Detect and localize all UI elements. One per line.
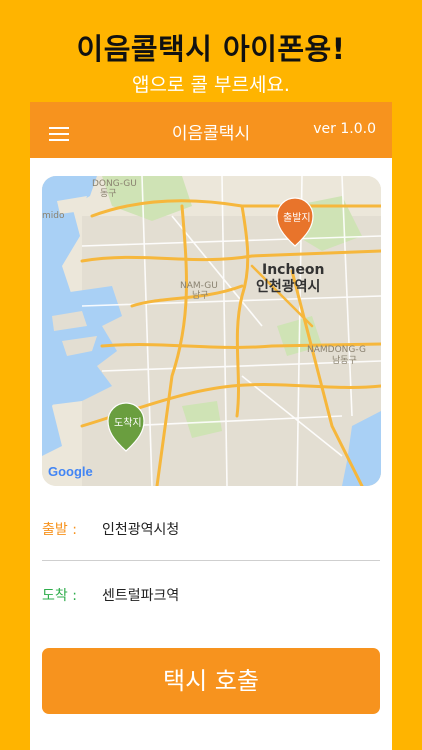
app-bar: 이음콜택시 ver 1.0.0 [30, 102, 392, 158]
destination-value[interactable]: 센트럴파크역 [102, 585, 179, 605]
app-screen: 이음콜택시 ver 1.0.0 DONG-GU 동구 mido NAM-GU 남… [30, 102, 392, 750]
map-label-mido: mido [42, 211, 65, 221]
version-label: ver 1.0.0 [313, 121, 376, 137]
destination-pin-label: 도착지 [114, 417, 142, 429]
call-taxi-button[interactable]: 택시 호출 [42, 648, 380, 714]
destination-label: 도착 : [42, 588, 77, 604]
field-divider [42, 560, 380, 561]
promo-title: 이음콜택시 아이폰용! [76, 32, 346, 66]
origin-label: 출발 : [42, 522, 77, 538]
origin-pin-label: 출발지 [283, 212, 311, 224]
map-label-dong-gu-ko: 동구 [100, 188, 117, 199]
map-view[interactable]: DONG-GU 동구 mido NAM-GU 남구 Incheon 인천광역시 … [42, 176, 381, 486]
map-label-namdong-ko: 남동구 [332, 355, 357, 366]
origin-row[interactable]: 출발 : 인천광역시청 [42, 502, 380, 554]
map-label-incheon-ko: 인천광역시 [256, 278, 320, 295]
map-label-namdong-en: NAMDONG-G [307, 345, 366, 355]
origin-value[interactable]: 인천광역시청 [102, 519, 179, 539]
google-logo: Google [48, 464, 93, 479]
map-label-nam-gu-ko: 남구 [192, 290, 209, 301]
map-label-nam-gu-en: NAM-GU [180, 281, 218, 291]
map-label-incheon-en: Incheon [262, 262, 325, 278]
promo-subtitle: 앱으로 콜 부르세요. [132, 74, 290, 96]
map-label-dong-gu-en: DONG-GU [92, 179, 137, 189]
destination-row[interactable]: 도착 : 센트럴파크역 [42, 568, 380, 620]
